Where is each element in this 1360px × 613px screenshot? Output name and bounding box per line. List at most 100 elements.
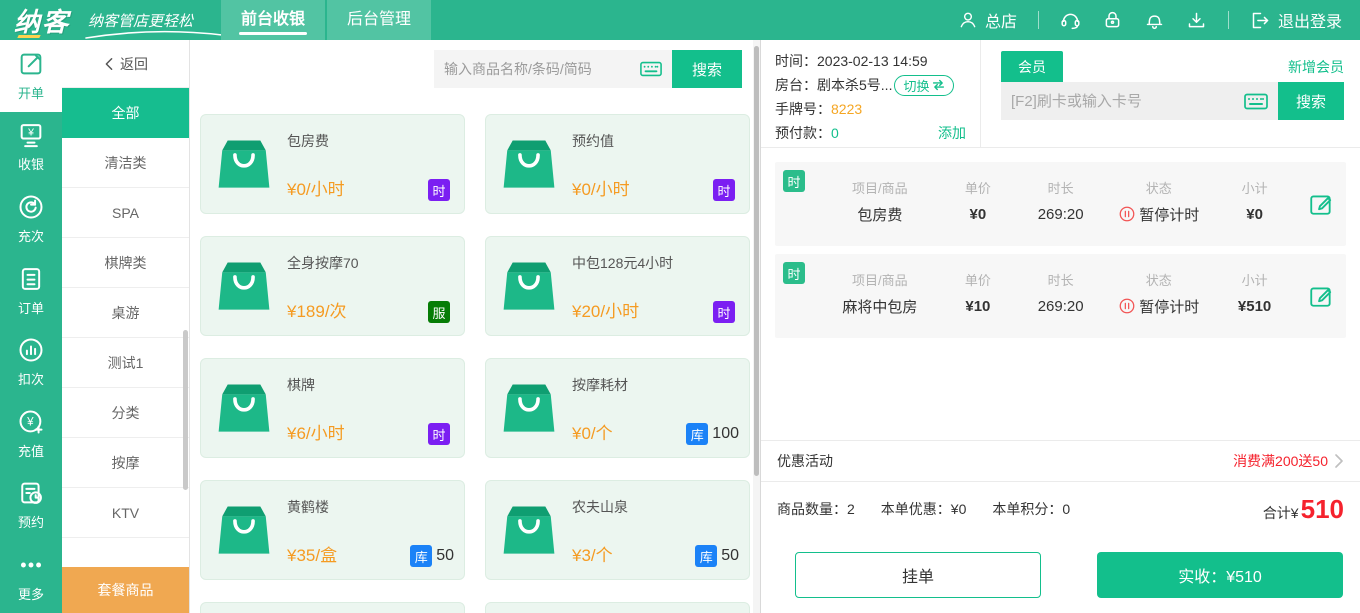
store-name: 总店 bbox=[984, 14, 1017, 31]
category-item[interactable]: 按摩 bbox=[62, 438, 189, 488]
discount-label: 本单优惠： bbox=[880, 501, 951, 517]
tab-front-cashier[interactable]: 前台收银 bbox=[221, 0, 326, 40]
edit-icon[interactable] bbox=[1308, 283, 1334, 309]
category-scrollbar[interactable] bbox=[183, 330, 188, 490]
back-button[interactable]: 返回 bbox=[62, 40, 189, 88]
lock-icon[interactable] bbox=[1102, 10, 1123, 31]
switch-room-button[interactable]: 切换 bbox=[894, 74, 955, 96]
order-row[interactable]: 时 项目/商品 单价 时长 状态 小计 麻将中包房 ¥10 269:20 暂停计… bbox=[775, 254, 1346, 338]
new-member-link[interactable]: 新增会员 bbox=[1288, 57, 1344, 77]
stock-count: 50 bbox=[721, 547, 739, 564]
hold-order-button[interactable]: 挂单 bbox=[795, 551, 1041, 598]
col-header-duration: 时长 bbox=[1047, 272, 1074, 288]
badge-time: 时 bbox=[428, 423, 450, 445]
product-card[interactable]: 按摩耗材 ¥0/个 库 100 bbox=[485, 358, 750, 458]
order-item-name: 麻将中包房 bbox=[842, 298, 918, 316]
deposit-value: 0 bbox=[831, 125, 839, 141]
nav-item-deduct-times[interactable]: 扣次 bbox=[0, 326, 62, 398]
member-card-box bbox=[1001, 82, 1278, 120]
product-card-partial[interactable] bbox=[485, 602, 750, 613]
headset-icon[interactable] bbox=[1060, 10, 1081, 31]
download-icon[interactable] bbox=[1186, 10, 1207, 31]
product-card[interactable]: 黄鹤楼 ¥35/盒 库 50 bbox=[200, 480, 465, 580]
package-products-button[interactable]: 套餐商品 bbox=[62, 567, 189, 613]
nav-item-more[interactable]: 更多 bbox=[0, 541, 62, 613]
category-item[interactable]: 桌游 bbox=[62, 288, 189, 338]
product-card[interactable]: 全身按摩70 ¥189/次 服 bbox=[200, 236, 465, 336]
badge-time: 时 bbox=[713, 179, 735, 201]
product-card[interactable]: 农夫山泉 ¥3/个 库 50 bbox=[485, 480, 750, 580]
divider bbox=[1227, 11, 1229, 29]
tab-backend-admin[interactable]: 后台管理 bbox=[327, 0, 432, 40]
time-label: 时间： bbox=[775, 53, 817, 69]
logout-icon bbox=[1252, 12, 1269, 28]
nav-item-recharge[interactable]: ¥ 充值 bbox=[0, 398, 62, 470]
col-header-duration: 时长 bbox=[1047, 180, 1074, 196]
edit-icon[interactable] bbox=[1308, 191, 1334, 217]
nav-item-open-order[interactable]: 开单 bbox=[0, 40, 62, 112]
time-value: 2023-02-13 14:59 bbox=[817, 53, 928, 69]
badge-time: 时 bbox=[713, 301, 735, 323]
recharge-times-icon bbox=[19, 195, 43, 219]
orders-icon bbox=[21, 267, 41, 290]
category-item[interactable]: 测试1 bbox=[62, 338, 189, 388]
category-item[interactable]: SPA bbox=[62, 188, 189, 238]
member-search-row: 搜索 bbox=[1001, 82, 1344, 120]
category-item[interactable]: KTV bbox=[62, 488, 189, 538]
product-name: 预约值 bbox=[572, 133, 614, 149]
order-item-unit-price: ¥10 bbox=[965, 297, 991, 315]
keyboard-icon[interactable] bbox=[640, 61, 662, 77]
product-name: 中包128元4小时 bbox=[572, 255, 674, 271]
promo-row: 优惠活动 消费满200送50 bbox=[761, 440, 1360, 482]
product-bag-icon bbox=[218, 262, 270, 310]
badge-service: 服 bbox=[428, 301, 450, 323]
product-search-row: 搜索 bbox=[190, 40, 760, 98]
recharge-icon: ¥ bbox=[19, 410, 43, 434]
room-value: 剧本杀5号... bbox=[817, 77, 893, 93]
product-search-input[interactable] bbox=[444, 61, 640, 77]
nav-item-booking[interactable]: 预约 bbox=[0, 470, 62, 542]
deposit-label: 预付款： bbox=[775, 125, 831, 141]
product-card[interactable]: 预约值 ¥0/小时 时 bbox=[485, 114, 750, 214]
product-bag-icon bbox=[503, 140, 555, 188]
category-item-all[interactable]: 全部 bbox=[62, 88, 189, 138]
nav-item-orders[interactable]: 订单 bbox=[0, 255, 62, 327]
nav-item-recharge-times[interactable]: 充次 bbox=[0, 183, 62, 255]
member-search-button[interactable]: 搜索 bbox=[1278, 82, 1344, 120]
member-tab[interactable]: 会员 bbox=[1001, 51, 1063, 82]
open-order-icon bbox=[20, 53, 42, 75]
col-header-subtotal: 小计 bbox=[1241, 272, 1268, 288]
order-item-unit-price: ¥0 bbox=[969, 205, 987, 223]
store-selector[interactable]: 总店 bbox=[958, 8, 1017, 32]
member-card-input[interactable] bbox=[1011, 92, 1244, 110]
room-label: 房台： bbox=[775, 77, 817, 93]
category-item[interactable]: 清洁类 bbox=[62, 138, 189, 188]
product-card[interactable]: 棋牌 ¥6/小时 时 bbox=[200, 358, 465, 458]
product-name: 全身按摩70 bbox=[287, 255, 359, 271]
product-scrollbar[interactable] bbox=[754, 46, 759, 476]
bell-icon[interactable] bbox=[1144, 10, 1165, 31]
product-card[interactable]: 中包128元4小时 ¥20/小时 时 bbox=[485, 236, 750, 336]
order-row[interactable]: 时 项目/商品 单价 时长 状态 小计 包房费 ¥0 269:20 暂停计时 ¥… bbox=[775, 162, 1346, 246]
add-deposit-link[interactable]: 添加 bbox=[938, 123, 966, 143]
badge-stock: 库 bbox=[695, 545, 718, 567]
total-amount: 510 bbox=[1300, 493, 1344, 524]
hand-tag-label: 手牌号： bbox=[775, 101, 831, 117]
product-card-partial[interactable] bbox=[200, 602, 465, 613]
category-item[interactable]: 棋牌类 bbox=[62, 238, 189, 288]
product-search-button[interactable]: 搜索 bbox=[672, 50, 742, 88]
nav-item-cashier[interactable]: ¥ 收银 bbox=[0, 112, 62, 184]
col-header-status: 状态 bbox=[1145, 180, 1172, 196]
product-name: 包房费 bbox=[287, 133, 329, 149]
product-bag-icon bbox=[503, 384, 555, 432]
keyboard-icon[interactable] bbox=[1244, 93, 1268, 110]
product-bag-icon bbox=[503, 262, 555, 310]
logout-button[interactable]: 退出登录 bbox=[1250, 8, 1342, 32]
category-item[interactable]: 分类 bbox=[62, 388, 189, 438]
deduct-times-icon bbox=[19, 338, 43, 362]
product-card[interactable]: 包房费 ¥0/小时 时 bbox=[200, 114, 465, 214]
order-panel: 时间： 2023-02-13 14:59 房台： 剧本杀5号... 切换 手牌号：… bbox=[760, 40, 1360, 613]
receive-payment-button[interactable]: 实收：¥510 bbox=[1097, 551, 1343, 598]
promo-link[interactable]: 消费满200送50 bbox=[1233, 451, 1344, 471]
main-tabs: 前台收银 后台管理 bbox=[221, 0, 432, 40]
